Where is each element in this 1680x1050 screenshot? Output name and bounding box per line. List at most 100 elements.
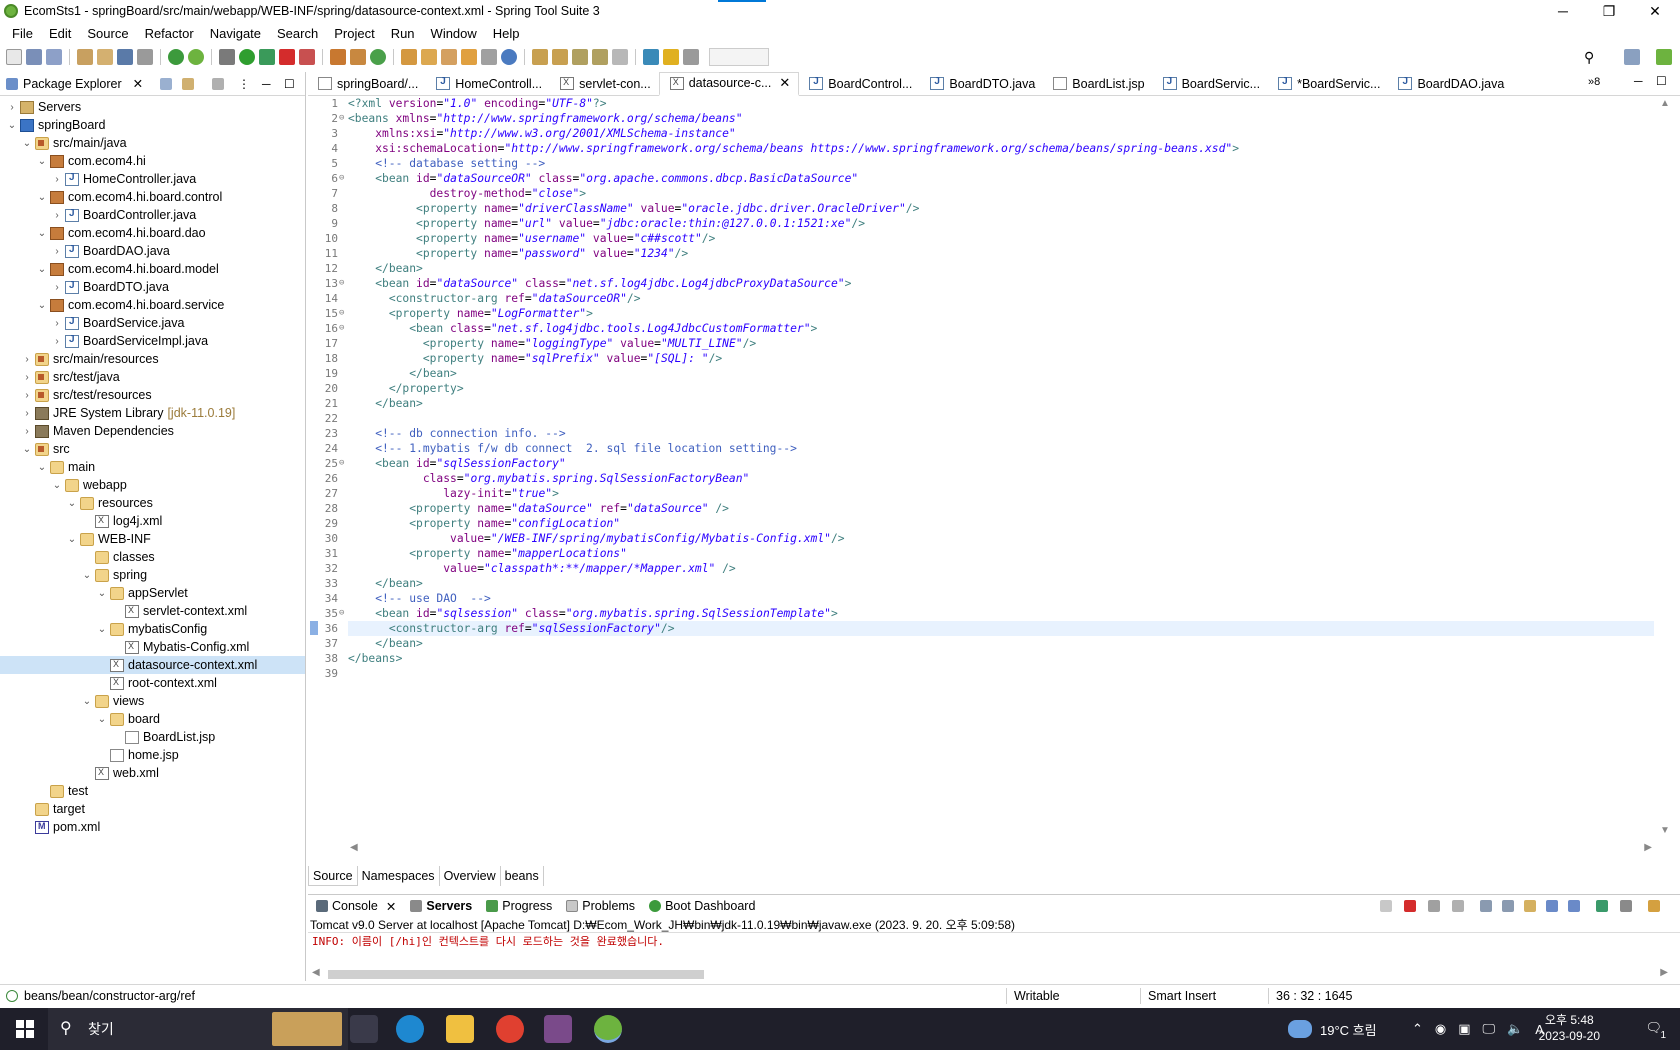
code-line[interactable]: <bean id="dataSource" class="net.sf.log4… <box>348 276 1654 291</box>
open-perspective-icon[interactable] <box>1624 49 1640 65</box>
code-line[interactable]: <property name="loggingType" value="MULT… <box>348 336 1654 351</box>
new-package-icon[interactable] <box>350 49 366 65</box>
editor-tab[interactable]: BoardDAO.java <box>1388 72 1512 96</box>
tab-console[interactable]: Console ✕ <box>316 899 396 914</box>
tree-item[interactable]: › src/test/java <box>0 368 305 386</box>
chrome-icon[interactable] <box>496 1015 524 1043</box>
chevron-down-icon[interactable]: ⌄ <box>81 696 93 707</box>
chevron-right-icon[interactable]: › <box>51 246 63 257</box>
tree-item[interactable]: › BoardService.java <box>0 314 305 332</box>
meet-icon[interactable]: ▣ <box>1458 1021 1470 1037</box>
record-icon[interactable]: ◉ <box>1435 1021 1446 1037</box>
taskbar-search[interactable]: ⚲ 찾기 <box>48 1008 348 1050</box>
minimize-button[interactable]: ─ <box>1540 0 1586 22</box>
tree-item[interactable]: ⌄ springBoard <box>0 116 305 134</box>
scroll-up-icon[interactable]: ▲ <box>1660 98 1670 109</box>
chevron-right-icon[interactable]: › <box>51 336 63 347</box>
maximize-editor-icon[interactable]: ☐ <box>1656 74 1667 88</box>
code-line[interactable] <box>348 666 1654 681</box>
tree-item[interactable]: pom.xml <box>0 818 305 836</box>
chevron-right-icon[interactable]: › <box>21 354 33 365</box>
chevron-right-icon[interactable]: › <box>6 102 18 113</box>
code-line[interactable]: <property name="sqlPrefix" value="[SQL]:… <box>348 351 1654 366</box>
windows-start-icon[interactable] <box>16 1020 34 1038</box>
show-stdout-icon[interactable] <box>1546 900 1558 912</box>
tree-item[interactable]: › BoardController.java <box>0 206 305 224</box>
vertical-scrollbar[interactable]: ▲ ▼ <box>1656 96 1672 856</box>
code-line[interactable]: <property name="username" value="c##scot… <box>348 231 1654 246</box>
chevron-down-icon[interactable]: ⌄ <box>6 120 18 131</box>
search-file-icon[interactable] <box>421 49 437 65</box>
tree-item[interactable]: ⌄ webapp <box>0 476 305 494</box>
code-line[interactable]: <property name="mapperLocations" <box>348 546 1654 561</box>
tree-item[interactable]: test <box>0 782 305 800</box>
tree-item[interactable]: ⌄ src <box>0 440 305 458</box>
maximize-view-icon[interactable]: ☐ <box>284 77 295 91</box>
tab-namespaces[interactable]: Namespaces <box>358 866 440 886</box>
code-line[interactable]: <property name="configLocation" <box>348 516 1654 531</box>
scroll-thumb[interactable] <box>328 970 704 979</box>
show-stderr-icon[interactable] <box>1568 900 1580 912</box>
fold-toggle-icon[interactable]: ⊖ <box>339 606 344 621</box>
code-line[interactable]: <bean class="net.sf.log4jdbc.tools.Log4J… <box>348 321 1654 336</box>
minimize-editor-icon[interactable]: ─ <box>1634 74 1643 88</box>
editor-tab[interactable]: BoardDTO.java <box>920 72 1043 96</box>
tree-item[interactable]: classes <box>0 548 305 566</box>
search-icon[interactable]: ⚲ <box>1584 49 1594 66</box>
editor-tab[interactable]: datasource-c... ✕ <box>658 71 800 96</box>
chevron-down-icon[interactable]: ⌄ <box>81 570 93 581</box>
code-line[interactable]: value="/WEB-INF/spring/mybatisConfig/Myb… <box>348 531 1654 546</box>
code-line[interactable]: </bean> <box>348 636 1654 651</box>
menu-edit[interactable]: Edit <box>41 26 79 41</box>
task-view-icon[interactable] <box>350 1015 378 1043</box>
menu-source[interactable]: Source <box>79 26 136 41</box>
fold-toggle-icon[interactable]: ⊖ <box>339 306 344 321</box>
code-line[interactable]: value="classpath*:**/mapper/*Mapper.xml"… <box>348 561 1654 576</box>
code-line[interactable]: <constructor-arg ref="dataSourceOR"/> <box>348 291 1654 306</box>
code-line[interactable]: <!-- use DAO --> <box>348 591 1654 606</box>
forward-icon[interactable] <box>612 49 628 65</box>
boot-dashboard-icon[interactable] <box>168 49 184 65</box>
weather-widget[interactable]: 19°C 흐림 <box>1288 1008 1377 1050</box>
tab-problems[interactable]: Problems <box>566 899 635 913</box>
editor-tab[interactable]: HomeControll... <box>426 72 550 96</box>
code-line[interactable]: <property name="LogFormatter"> <box>348 306 1654 321</box>
pin-editor-icon[interactable] <box>643 49 659 65</box>
spring-tool-suite-taskbar-icon[interactable] <box>594 1015 622 1043</box>
tree-item[interactable]: › HomeController.java <box>0 170 305 188</box>
tree-item[interactable]: ⌄ com.ecom4.hi.board.dao <box>0 224 305 242</box>
fold-toggle-icon[interactable]: ⊖ <box>339 111 344 126</box>
menu-file[interactable]: File <box>4 26 41 41</box>
tree-item[interactable]: BoardList.jsp <box>0 728 305 746</box>
view-menu-icon[interactable]: ⋮ <box>238 77 250 91</box>
chevron-down-icon[interactable]: ⌄ <box>21 138 33 149</box>
tree-item[interactable]: › src/test/resources <box>0 386 305 404</box>
chevron-down-icon[interactable]: ⌄ <box>36 300 48 311</box>
chevron-down-icon[interactable]: ⌄ <box>96 588 108 599</box>
chevron-right-icon[interactable]: › <box>21 390 33 401</box>
close-button[interactable]: ✕ <box>1632 0 1678 22</box>
scroll-left-icon[interactable]: ◀ <box>350 842 358 853</box>
horizontal-scrollbar[interactable]: ◀ ▶ <box>348 840 1654 856</box>
tree-item[interactable]: ⌄ com.ecom4.hi.board.control <box>0 188 305 206</box>
chevron-down-icon[interactable]: ⌄ <box>36 462 48 473</box>
fold-toggle-icon[interactable]: ⊖ <box>339 321 344 336</box>
chevron-down-icon[interactable]: ⌄ <box>36 156 48 167</box>
run-icon[interactable] <box>239 49 255 65</box>
network-icon[interactable]: 🖵 <box>1483 1021 1496 1037</box>
save-icon[interactable] <box>26 49 42 65</box>
chevron-down-icon[interactable]: ⌄ <box>66 498 78 509</box>
menu-run[interactable]: Run <box>383 26 423 41</box>
open-type-icon[interactable] <box>77 49 93 65</box>
code-line[interactable]: </beans> <box>348 651 1654 666</box>
scroll-left-icon[interactable]: ◀ <box>312 967 320 978</box>
fold-toggle-icon[interactable]: ⊖ <box>339 171 344 186</box>
code-line[interactable] <box>348 411 1654 426</box>
code-line[interactable]: </bean> <box>348 576 1654 591</box>
code-line[interactable]: </property> <box>348 381 1654 396</box>
toggle-breakpoint-icon[interactable] <box>137 49 153 65</box>
chevron-down-icon[interactable]: ⌄ <box>66 534 78 545</box>
code-line[interactable]: xmlns:xsi="http://www.w3.org/2001/XMLSch… <box>348 126 1654 141</box>
last-edit-icon[interactable] <box>572 49 588 65</box>
display-console-icon[interactable] <box>1620 900 1632 912</box>
